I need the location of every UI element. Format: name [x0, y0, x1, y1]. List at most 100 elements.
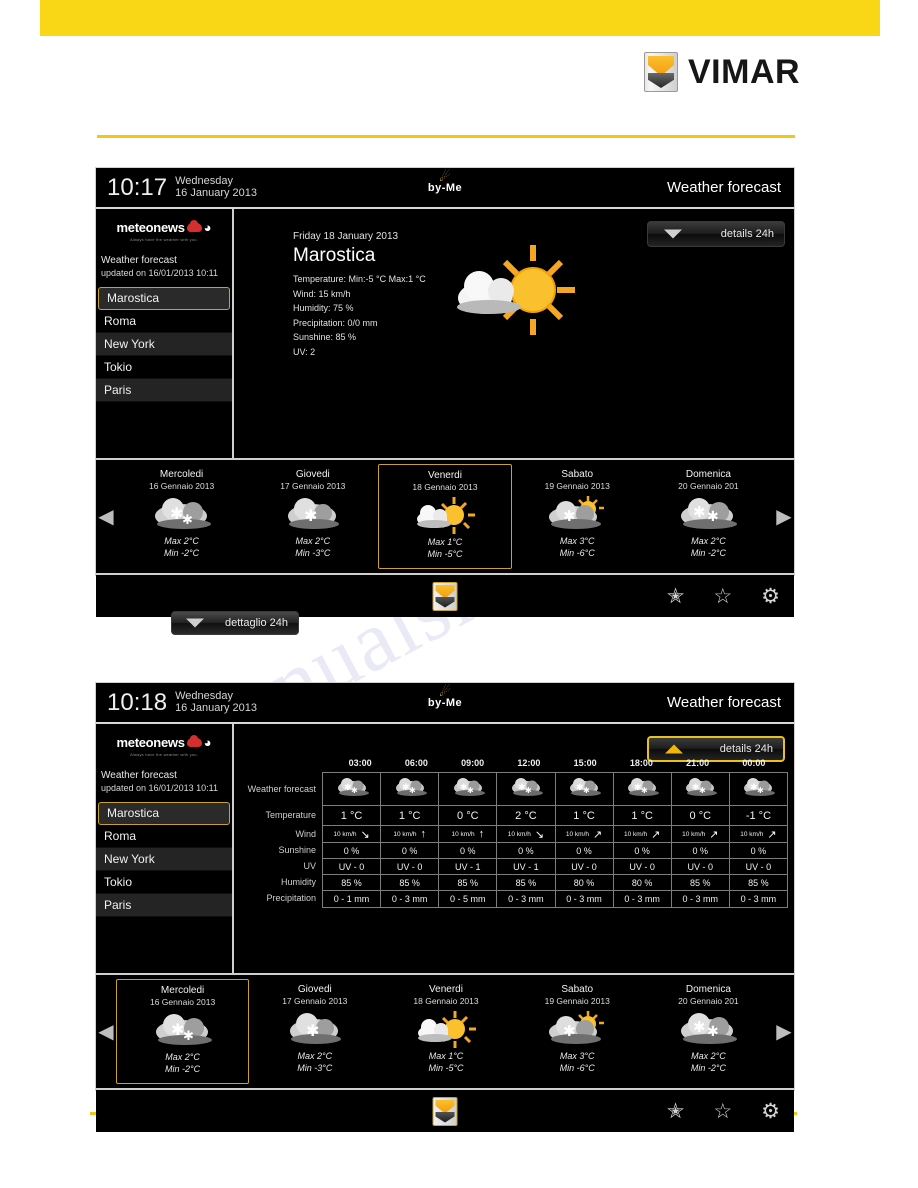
day-card-max: Max 2°C	[691, 536, 726, 546]
gear-icon[interactable]: ⚙	[761, 1101, 780, 1122]
temperature-cell: -1 °C	[729, 806, 787, 826]
city-label: Paris	[104, 382, 132, 397]
day-card-date: 20 Gennaio 201	[678, 481, 739, 491]
day-card-venerdi[interactable]: Venerdi 18 Gennaio 2013 Max 1°C Min -5°C	[378, 464, 512, 569]
row-label-precipitation: Precipitation	[266, 893, 316, 903]
day-card-giovedi[interactable]: Giovedi 17 Gennaio 2013 ✱ Max 2°C Min -3…	[247, 464, 378, 569]
day-card-sabato[interactable]: Sabato 19 Gennaio 2013 ✱ Max 3°C Min -6°…	[512, 979, 643, 1084]
star-lightning-icon[interactable]: ✭	[667, 586, 685, 607]
signal-waves-icon: ◕	[203, 219, 212, 235]
svg-text:✱: ✱	[707, 1024, 719, 1040]
day-card-date: 17 Gennaio 2013	[282, 996, 348, 1006]
city-label: Marostica	[107, 291, 160, 306]
cloud-icon	[186, 735, 202, 747]
sidebar-item-marostica[interactable]: Marostica	[98, 286, 230, 310]
details-24h-button[interactable]: details 24h	[647, 221, 785, 247]
byme-logo[interactable]: ☄ by-Me	[428, 170, 462, 194]
sidebar-item-tokio[interactable]: Tokio	[96, 356, 232, 379]
day-card-domenica[interactable]: Domenica 20 Gennaio 201 ✱ ✱ Max 2°C Min …	[643, 979, 774, 1084]
day-card-sabato[interactable]: Sabato 19 Gennaio 2013 ✱ Max 3°C Min -6°…	[512, 464, 643, 569]
sidebar-item-new-york[interactable]: New York	[96, 847, 232, 871]
chevron-down-icon	[186, 618, 204, 628]
day-card-max: Max 1°C	[428, 1051, 464, 1061]
prev-arrow-icon[interactable]: ◀	[96, 1019, 116, 1044]
city-list: Marostica Roma New York Tokio Paris	[96, 286, 232, 402]
date-block: Wednesday 16 January 2013	[175, 690, 257, 715]
time-header-cell: 21:00	[686, 758, 710, 768]
prev-arrow-icon[interactable]: ◀	[96, 504, 116, 529]
snow-cloud-icon: ✱ ✱	[117, 1009, 248, 1051]
humidity-cell: 85 %	[323, 875, 381, 891]
day-card-venerdi[interactable]: Venerdi 18 Gennaio 2013 Max 1°C Min -5°C	[380, 979, 511, 1084]
day-card-date: 18 Gennaio 2013	[413, 996, 479, 1006]
star-icon[interactable]: ☆	[713, 586, 732, 607]
day-card-min: Min -2°C	[165, 1063, 201, 1074]
wind-speed: 10 km/h	[682, 830, 706, 838]
city-label: Tokio	[104, 359, 133, 374]
temperature-cell: 1 °C	[613, 806, 671, 826]
time-header-cell: 03:00	[348, 758, 372, 768]
precipitation-cell: 0 - 5 mm	[450, 894, 486, 904]
sun-behind-cloud-icon	[379, 494, 510, 536]
star-icon[interactable]: ☆	[713, 1101, 732, 1122]
day-card-mercoledi[interactable]: Mercoledi 16 Gennaio 2013 ✱ ✱ Max 2°C Mi…	[116, 464, 247, 569]
next-arrow-icon[interactable]: ▶	[774, 1019, 794, 1044]
meteonews-tagline: Always have the weather with you.	[130, 237, 198, 242]
star-lightning-icon[interactable]: ✭	[667, 1101, 685, 1122]
cloud-icon	[186, 220, 202, 232]
vimar-home-icon[interactable]	[432, 1096, 458, 1126]
svg-text:✱: ✱	[304, 506, 317, 525]
svg-text:✱: ✱	[693, 503, 706, 521]
time-header-cell: 06:00	[404, 758, 428, 768]
day-card-giovedi[interactable]: Giovedi 17 Gennaio 2013 ✱ Max 2°C Min -3…	[249, 979, 380, 1084]
meteonews-name: meteonews	[116, 220, 185, 235]
sidebar-item-tokio[interactable]: Tokio	[96, 871, 232, 894]
byme-logo[interactable]: ☄ by-Me	[428, 685, 462, 709]
snow-cloud-icon: ✱ ✱	[683, 777, 718, 802]
page-title: Weather forecast	[667, 694, 781, 711]
vimar-home-icon[interactable]	[432, 581, 458, 611]
day-card-temps: Max 2°C Min -2°C	[116, 536, 247, 559]
day-card-domenica[interactable]: Domenica 20 Gennaio 201 ✱ ✱ Max 2°C Min …	[643, 464, 774, 569]
day-card-temps: Max 3°C Min -6°C	[512, 1051, 643, 1074]
day-card-min: Min -5°C	[428, 1062, 464, 1073]
hourly-column-0000: ✱ ✱ -1 °C 10 km/h ↗ 0 % UV - 0 85 % 0 - 3 mm	[729, 773, 787, 907]
toolbar-icons: ✭ ☆ ⚙	[667, 1101, 780, 1122]
sidebar-item-paris[interactable]: Paris	[96, 893, 232, 917]
hourly-column-1200: ✱ ✱ 2 °C 10 km/h ↘ 0 % UV - 1 85 % 0 - 3 mm	[497, 773, 556, 907]
weather-icon-cell: ✱ ✱	[729, 773, 787, 806]
sidebar-item-roma[interactable]: Roma	[96, 310, 232, 333]
day-card-min: Min -6°C	[559, 1062, 595, 1073]
dettaglio-24h-label: dettaglio 24h	[225, 617, 288, 629]
sidebar-item-roma[interactable]: Roma	[96, 825, 232, 848]
hourly-column-0600: ✱ ✱ 1 °C 10 km/h ↑ 0 % UV - 0 85 % 0 - 3 mm	[381, 773, 440, 907]
sidebar-item-marostica[interactable]: Marostica	[98, 801, 230, 825]
sidebar-item-paris[interactable]: Paris	[96, 378, 232, 402]
snow-cloud-icon: ✱ ✱	[509, 777, 543, 802]
day-card-mercoledi[interactable]: Mercoledi 16 Gennaio 2013 ✱ ✱ Max 2°C Mi…	[116, 979, 250, 1084]
day-card-name: Giovedi	[297, 984, 332, 995]
weather-icon-cell: ✱ ✱	[497, 773, 555, 806]
gear-icon[interactable]: ⚙	[761, 586, 780, 607]
next-arrow-icon[interactable]: ▶	[774, 504, 794, 529]
precipitation-cell: 0 - 3 mm	[682, 894, 719, 904]
sidebar-updated: updated on 16/01/2013 10:11	[101, 267, 218, 278]
day-card-temps: Max 1°C Min -5°C	[379, 537, 510, 560]
day-card-temps: Max 2°C Min -2°C	[117, 1052, 248, 1075]
day-card-name: Venerdi	[428, 470, 462, 481]
forecast-details: Temperature: Min:-5 °C Max:1 °C Wind: 15…	[293, 272, 426, 359]
day-card-min: Min -2°C	[690, 1062, 726, 1073]
day-card-temps: Max 2°C Min -2°C	[643, 536, 774, 559]
dettaglio-24h-button[interactable]: dettaglio 24h	[171, 611, 299, 635]
wind-direction-icon: ↗	[651, 828, 661, 841]
day-card-max: Max 2°C	[295, 536, 331, 546]
svg-text:✱: ✱	[583, 786, 590, 795]
meteonews-tagline: Always have the weather with you.	[130, 752, 198, 757]
meteonews-name: meteonews	[116, 735, 185, 750]
precipitation-cell: 0 - 3 mm	[624, 894, 660, 904]
sidebar-item-new-york[interactable]: New York	[96, 332, 232, 356]
wind-direction-icon: ↑	[420, 828, 427, 840]
svg-text:✱: ✱	[693, 1018, 706, 1036]
device-body: meteonews ◕ Always have the weather with…	[96, 724, 794, 973]
details-24h-label: details 24h	[720, 228, 774, 240]
